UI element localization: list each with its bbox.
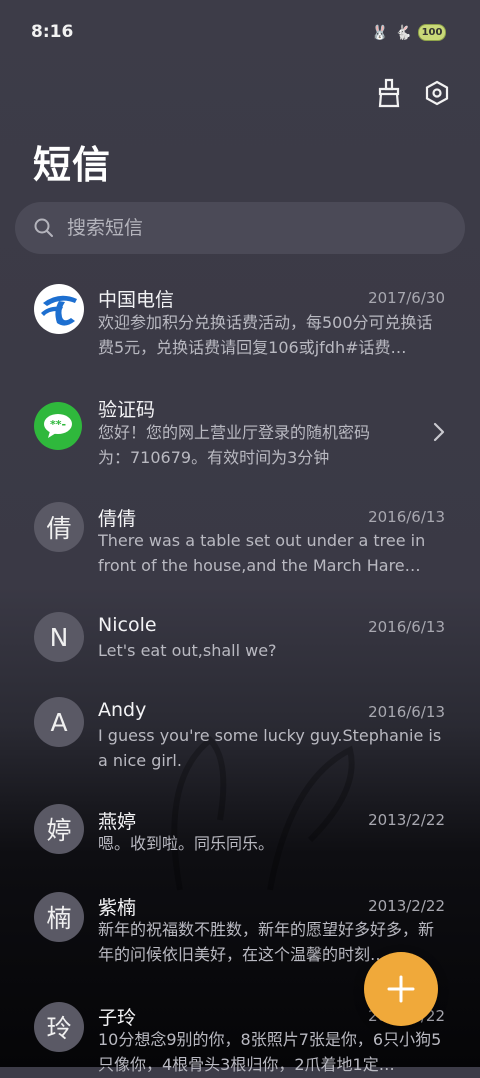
brush-icon (378, 78, 400, 108)
message-preview: Let's eat out,shall we? (98, 641, 277, 660)
message-item-qianqian[interactable]: 倩 倩倩 2016/6/13 There was a table set out… (0, 488, 480, 598)
message-preview: 嗯。收到啦。同乐同乐。 (98, 834, 275, 853)
top-actions (374, 78, 452, 108)
bunny-icon: 🐰 (371, 24, 389, 41)
message-date: 2016/6/13 (368, 703, 445, 721)
message-date: 2013/2/22 (368, 897, 445, 915)
message-bubble-icon: **- (44, 414, 72, 438)
search-input[interactable] (65, 216, 429, 240)
message-item-china-telecom[interactable]: 中国电信 2017/6/30 欢迎参加积分兑换话费活动，每500分可兑换话费5元… (0, 268, 480, 376)
message-preview: 您好！您的网上营业厅登录的随机密码为：710679。有效时间为3分钟 (98, 423, 371, 467)
avatar: 玲 (34, 1002, 84, 1052)
status-icons: 🐰 🐇 100 (371, 24, 446, 41)
contact-name: Nicole (98, 614, 157, 636)
message-preview: There was a table set out under a tree i… (98, 531, 426, 575)
avatar (34, 284, 84, 334)
avatar: 倩 (34, 502, 84, 552)
message-date: 2016/6/13 (368, 508, 445, 526)
avatar: A (34, 697, 84, 747)
settings-hexagon-icon (425, 80, 449, 106)
message-date: 2013/2/22 (368, 811, 445, 829)
message-date: 2017/6/30 (368, 289, 445, 307)
message-item-verification-code[interactable]: **- 验证码 您好！您的网上营业厅登录的随机密码为：710679。有效时间为3… (0, 376, 480, 488)
contact-name: 中国电信 (98, 289, 175, 311)
message-preview: 10分想念9别的你，8张照片7张是你，6只小狗5只像你，4根骨头3根归你，2爪着… (98, 1030, 442, 1074)
battery-icon: 100 (418, 24, 446, 41)
avatar: **- (34, 402, 82, 450)
avatar: 婷 (34, 804, 84, 854)
new-message-button[interactable] (364, 952, 438, 1026)
message-preview: I guess you're some lucky guy.Stephanie … (98, 726, 442, 770)
avatar: N (34, 612, 84, 662)
message-item-yanting[interactable]: 婷 燕婷 2013/2/22 嗯。收到啦。同乐同乐。 (0, 794, 480, 878)
contact-name: 子玲 (98, 1007, 137, 1029)
message-item-andy[interactable]: A Andy 2016/6/13 I guess you're some luc… (0, 684, 480, 794)
contact-name: 紫楠 (98, 897, 137, 919)
china-telecom-logo-icon (36, 286, 82, 332)
bunny-sticker-icon: 🐇 (394, 24, 412, 41)
plus-icon (387, 975, 415, 1003)
search-bar[interactable] (15, 202, 465, 254)
page-title: 短信 (33, 143, 112, 187)
settings-button[interactable] (422, 78, 452, 108)
contact-name: 验证码 (98, 399, 156, 421)
contact-name: 倩倩 (98, 508, 137, 530)
message-preview: 欢迎参加积分兑换话费活动，每500分可兑换话费5元，兑换话费请回复106或jfd… (98, 313, 433, 357)
status-time: 8:16 (31, 22, 74, 42)
status-bar: 8:16 🐰 🐇 100 (0, 0, 480, 64)
message-item-nicole[interactable]: N Nicole 2016/6/13 Let's eat out,shall w… (0, 598, 480, 684)
search-icon (33, 217, 55, 239)
contact-name: 燕婷 (98, 811, 137, 833)
avatar: 楠 (34, 892, 84, 942)
message-date: 2016/6/13 (368, 618, 445, 636)
svg-text:**-: **- (50, 418, 66, 431)
contact-name: Andy (98, 699, 147, 721)
chevron-right-icon (433, 422, 445, 442)
clean-brush-button[interactable] (374, 78, 404, 108)
